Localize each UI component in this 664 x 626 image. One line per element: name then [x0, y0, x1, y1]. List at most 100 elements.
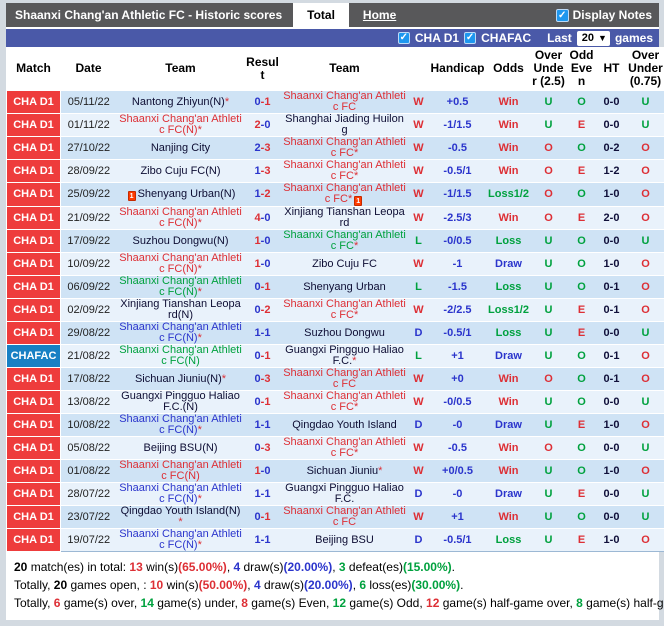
half-time-score: 0-2 — [597, 137, 627, 160]
over-under-0-75: O — [627, 345, 664, 368]
away-team: Zibo Cuju FC — [281, 253, 409, 276]
asterisk-marker: * — [354, 309, 358, 321]
match-row: CHA D129/08/22Shaanxi Chang'an Athletic … — [7, 322, 664, 345]
result-letter: W — [409, 391, 429, 414]
odd-even: O — [567, 91, 597, 114]
match-date: 27/10/22 — [61, 137, 117, 160]
team-name: Shaanxi Chang'an Athletic FC(N) — [119, 482, 242, 505]
handicap-result: Loss1/2 — [487, 183, 531, 207]
asterisk-marker: * — [225, 96, 229, 108]
asterisk-marker: * — [354, 401, 358, 413]
match-row: CHA D117/09/22Suzhou Dongwu(N)1-0Shaanxi… — [7, 230, 664, 253]
tab-total[interactable]: Total — [293, 3, 349, 27]
asterisk-marker: * — [352, 355, 356, 367]
handicap-result: Win — [487, 91, 531, 114]
result-letter: W — [409, 137, 429, 160]
home-team: Shaanxi Chang'an Athletic FC(N)* — [117, 207, 245, 230]
handicap-value: -0/0.5 — [429, 230, 487, 253]
competition-badge: CHA D1 — [7, 183, 61, 207]
summary-segment: games open, : — [67, 578, 150, 592]
team-name: Suzhou Dongwu — [304, 327, 385, 339]
home-team: Shaanxi Chang'an Athletic FC(N)* — [117, 483, 245, 506]
home-team: Shaanxi Chang'an Athletic FC(N)* — [117, 253, 245, 276]
away-goals: -0 — [261, 119, 271, 131]
match-score: 0-3 — [245, 437, 281, 460]
team-name: Nantong Zhiyun(N) — [132, 96, 225, 108]
red-card-icon: 1 — [354, 196, 362, 206]
team-name: Shaanxi Chang'an Athletic FC(N) — [119, 206, 242, 229]
handicap-result: Win — [487, 460, 531, 483]
odd-even: O — [567, 253, 597, 276]
display-notes-checkbox[interactable] — [556, 9, 569, 22]
home-team: Sichuan Jiuniu(N)* — [117, 368, 245, 391]
cha-d1-label: CHA D1 — [415, 31, 459, 45]
away-goals: -1 — [261, 96, 271, 108]
cha-d1-checkbox[interactable] — [398, 32, 410, 44]
team-name: Shaanxi Chang'an Athletic FC(N) — [119, 321, 242, 344]
away-team: Shaanxi Chang'an Athletic FC*1 — [281, 183, 409, 207]
match-date: 10/08/22 — [61, 414, 117, 437]
over-under-0-75: U — [627, 91, 664, 114]
handicap-result: Loss — [487, 230, 531, 253]
match-row: CHA D125/09/221Shenyang Urban(N)1-2Shaan… — [7, 183, 664, 207]
away-team: Guangxi Pingguo Haliao F.C.* — [281, 345, 409, 368]
col-header-team: Team — [117, 47, 245, 91]
half-time-score: 0-1 — [597, 299, 627, 322]
odd-even: E — [567, 414, 597, 437]
red-card-icon: 1 — [128, 191, 136, 201]
handicap-value: -0/0.5 — [429, 391, 487, 414]
team-name: Zibo Cuju FC — [312, 258, 377, 270]
odd-even: O — [567, 137, 597, 160]
summary-segment: 3 — [339, 560, 346, 574]
tab-home[interactable]: Home — [349, 3, 410, 27]
page-title: Shaanxi Chang'an Athletic FC - Historic … — [6, 3, 293, 27]
half-time-score: 1-0 — [597, 529, 627, 552]
summary-segment: draw(s) — [261, 578, 304, 592]
last-games-select[interactable]: 20 ▼ — [577, 31, 610, 46]
result-letter: W — [409, 253, 429, 276]
home-team: Nanjing City — [117, 137, 245, 160]
match-date: 13/08/22 — [61, 391, 117, 414]
odd-even: E — [567, 529, 597, 552]
competition-badge: CHA D1 — [7, 506, 61, 529]
asterisk-marker: * — [378, 465, 382, 477]
over-under-2-5: U — [531, 322, 567, 345]
over-under-0-75: O — [627, 460, 664, 483]
half-time-score: 0-0 — [597, 322, 627, 345]
away-team: Qingdao Youth Island — [281, 414, 409, 437]
handicap-result: Loss — [487, 529, 531, 552]
odd-even: O — [567, 230, 597, 253]
match-row: CHA D127/10/22Nanjing City2-3Shaanxi Cha… — [7, 137, 664, 160]
over-under-2-5: O — [531, 137, 567, 160]
result-letter: W — [409, 460, 429, 483]
team-name: Shaanxi Chang'an Athletic FC — [283, 436, 406, 459]
handicap-result: Loss1/2 — [487, 299, 531, 322]
over-under-0-75: U — [627, 114, 664, 137]
odd-even: O — [567, 437, 597, 460]
matches-table-header-row: MatchDateTeamResultTeamHandicapOddsOver … — [7, 47, 664, 91]
col-header-result-letter — [409, 47, 429, 91]
chafac-checkbox[interactable] — [464, 32, 476, 44]
result-letter: L — [409, 230, 429, 253]
team-name: Shanghai Jiading Huilong — [285, 113, 404, 136]
away-team: Shaanxi Chang'an Athletic FC — [281, 506, 409, 529]
odd-even: O — [567, 368, 597, 391]
away-team: Shaanxi Chang'an Athletic FC — [281, 91, 409, 114]
half-time-score: 0-0 — [597, 483, 627, 506]
asterisk-marker: * — [198, 124, 202, 136]
competition-badge: CHA D1 — [7, 160, 61, 183]
home-team: Beijing BSU(N) — [117, 437, 245, 460]
competition-badge: CHA D1 — [7, 114, 61, 137]
home-team: Shaanxi Chang'an Athletic FC(N)* — [117, 276, 245, 299]
home-team: Shaanxi Chang'an Athletic FC(N) — [117, 460, 245, 483]
over-under-0-75: O — [627, 137, 664, 160]
result-letter: W — [409, 91, 429, 114]
over-under-2-5: U — [531, 276, 567, 299]
away-goals: -3 — [261, 165, 271, 177]
team-name: Shaanxi Chang'an Athletic FC — [283, 182, 406, 205]
match-score: 1-1 — [245, 322, 281, 345]
competition-badge: CHA D1 — [7, 391, 61, 414]
handicap-value: -1 — [429, 253, 487, 276]
last-label: Last — [547, 31, 572, 45]
result-letter: W — [409, 160, 429, 183]
